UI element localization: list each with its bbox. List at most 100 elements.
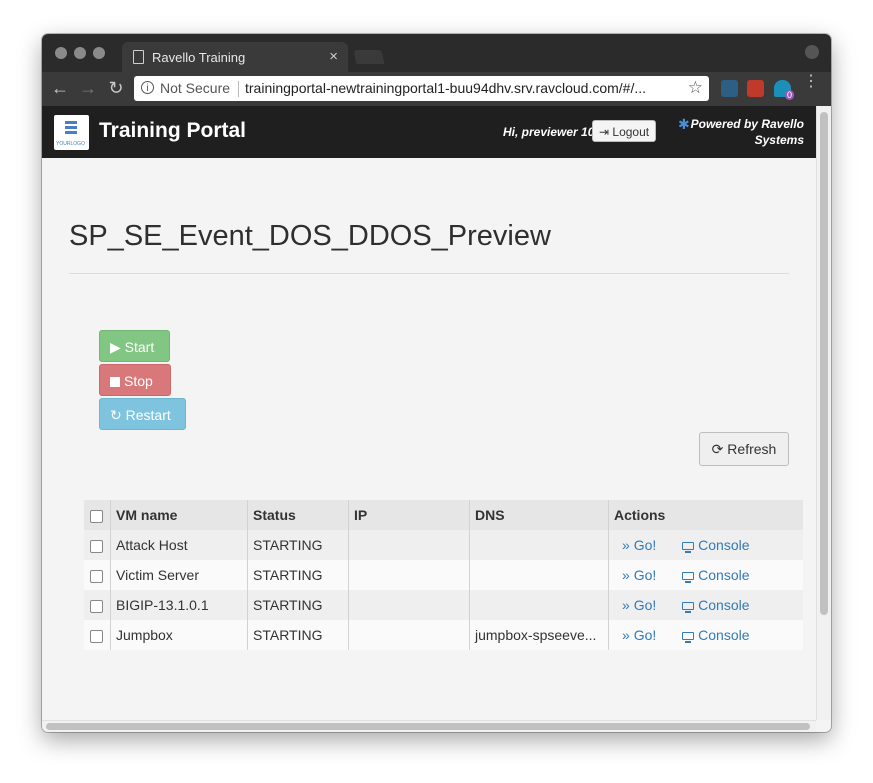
column-header-ip[interactable]: IP: [348, 500, 470, 530]
table-row: Attack Host STARTING » Go! Console: [84, 530, 803, 560]
stop-icon: [110, 377, 120, 387]
console-link[interactable]: Console: [682, 537, 750, 553]
info-icon[interactable]: i: [141, 81, 154, 94]
logout-icon: ⇥: [599, 125, 610, 139]
reload-icon[interactable]: ↻: [106, 78, 126, 99]
refresh-icon: ⟳: [711, 441, 724, 457]
go-link[interactable]: » Go!: [622, 627, 656, 643]
monitor-icon: [682, 542, 695, 553]
close-window-button[interactable]: [55, 47, 67, 59]
go-icon: »: [622, 627, 630, 643]
vm-dns-cell: [469, 560, 609, 590]
url-text[interactable]: trainingportal-newtrainingportal1-buu94d…: [245, 80, 646, 96]
back-icon[interactable]: ←: [50, 78, 70, 99]
vm-name-cell: Jumpbox: [110, 620, 248, 650]
vm-status-cell: STARTING: [247, 560, 349, 590]
restart-icon: ↻: [110, 407, 122, 423]
logout-button[interactable]: ⇥ Logout: [592, 120, 657, 142]
vm-actions-cell: » Go! Console: [608, 560, 803, 590]
browser-tab[interactable]: Ravello Training ×: [122, 42, 348, 72]
address-bar[interactable]: i Not Secure trainingportal-newtrainingp…: [134, 76, 709, 101]
browser-window: Ravello Training × ← → ↻ i Not Secure tr…: [42, 34, 831, 732]
horizontal-scrollbar-thumb[interactable]: [46, 723, 810, 730]
go-icon: »: [622, 537, 630, 553]
row-select-cell: [84, 530, 111, 560]
row-checkbox[interactable]: [90, 539, 103, 553]
security-label[interactable]: Not Secure: [160, 80, 230, 96]
vertical-scrollbar[interactable]: [816, 106, 831, 720]
extension-badge: 0: [784, 90, 794, 100]
divider: [238, 81, 239, 97]
logout-label: Logout: [612, 125, 650, 139]
app-header: YOURLOGO Training Portal Hi, previewer 1…: [42, 106, 816, 158]
column-header-vm-name[interactable]: VM name: [110, 500, 248, 530]
select-all-checkbox[interactable]: [90, 509, 103, 523]
column-header-dns[interactable]: DNS: [469, 500, 609, 530]
table-row: BIGIP-13.1.0.1 STARTING » Go! Console: [84, 590, 803, 620]
row-checkbox[interactable]: [90, 569, 103, 583]
maximize-window-button[interactable]: [93, 47, 105, 59]
start-button[interactable]: ▶ Start: [99, 330, 170, 362]
vm-status-cell: STARTING: [247, 530, 349, 560]
extension-red-icon[interactable]: [747, 80, 764, 97]
vm-ip-cell: [348, 590, 470, 620]
divider: [69, 273, 789, 274]
vm-name-cell: Victim Server: [110, 560, 248, 590]
console-link[interactable]: Console: [682, 627, 750, 643]
row-select-cell: [84, 560, 111, 590]
logo-mark: [65, 121, 77, 135]
app-title: Training Portal: [99, 119, 247, 142]
go-link[interactable]: » Go!: [622, 567, 656, 583]
vm-actions-cell: » Go! Console: [608, 530, 803, 560]
browser-toolbar: ← → ↻ i Not Secure trainingportal-newtra…: [42, 72, 831, 106]
vm-actions-cell: » Go! Console: [608, 620, 803, 650]
horizontal-scrollbar[interactable]: [42, 720, 816, 732]
monitor-icon: [682, 602, 695, 613]
forward-icon[interactable]: →: [78, 78, 98, 99]
refresh-button[interactable]: ⟳ Refresh: [699, 432, 789, 466]
go-link[interactable]: » Go!: [622, 597, 656, 613]
go-label: Go!: [633, 627, 657, 643]
column-header-status[interactable]: Status: [247, 500, 349, 530]
vm-table: VM name Status IP DNS Actions Attack Hos…: [84, 500, 803, 650]
vm-status-cell: STARTING: [247, 590, 349, 620]
row-checkbox[interactable]: [90, 599, 103, 613]
new-tab-button[interactable]: [353, 50, 385, 64]
console-link[interactable]: Console: [682, 597, 750, 613]
row-select-cell: [84, 590, 111, 620]
tab-bar: Ravello Training ×: [42, 34, 831, 72]
table-header-row: VM name Status IP DNS Actions: [84, 500, 803, 530]
profile-icon[interactable]: [805, 45, 819, 59]
restart-button[interactable]: ↻ Restart: [99, 398, 186, 430]
page-icon: [133, 50, 144, 64]
extension-x-icon[interactable]: [721, 80, 738, 97]
tab-close-icon[interactable]: ×: [329, 48, 338, 65]
logo-text: YOURLOGO: [56, 141, 85, 147]
go-label: Go!: [633, 597, 657, 613]
logo: YOURLOGO: [54, 115, 89, 150]
console-link[interactable]: Console: [682, 567, 750, 583]
table-row: Jumpbox STARTING jumpbox-spseeve... » Go…: [84, 620, 803, 650]
vertical-scrollbar-thumb[interactable]: [820, 112, 828, 615]
restart-label: Restart: [125, 407, 171, 423]
extension-ghost-icon[interactable]: 0: [774, 80, 794, 100]
go-link[interactable]: » Go!: [622, 537, 656, 553]
select-all-cell: [84, 500, 111, 530]
console-label: Console: [698, 567, 750, 583]
powered-by-text: Powered by Ravello Systems: [690, 117, 804, 147]
column-header-actions: Actions: [608, 500, 803, 530]
vm-dns-cell: [469, 590, 609, 620]
go-icon: »: [622, 597, 630, 613]
console-label: Console: [698, 627, 750, 643]
stop-button[interactable]: Stop: [99, 364, 171, 396]
start-label: Start: [124, 339, 155, 355]
browser-menu-icon[interactable]: ⋮: [803, 74, 819, 90]
stop-label: Stop: [124, 373, 153, 389]
console-label: Console: [698, 537, 750, 553]
row-checkbox[interactable]: [90, 629, 103, 643]
tab-title: Ravello Training: [152, 50, 246, 65]
bookmark-star-icon[interactable]: ☆: [688, 78, 703, 98]
minimize-window-button[interactable]: [74, 47, 86, 59]
vm-ip-cell: [348, 530, 470, 560]
row-select-cell: [84, 620, 111, 650]
